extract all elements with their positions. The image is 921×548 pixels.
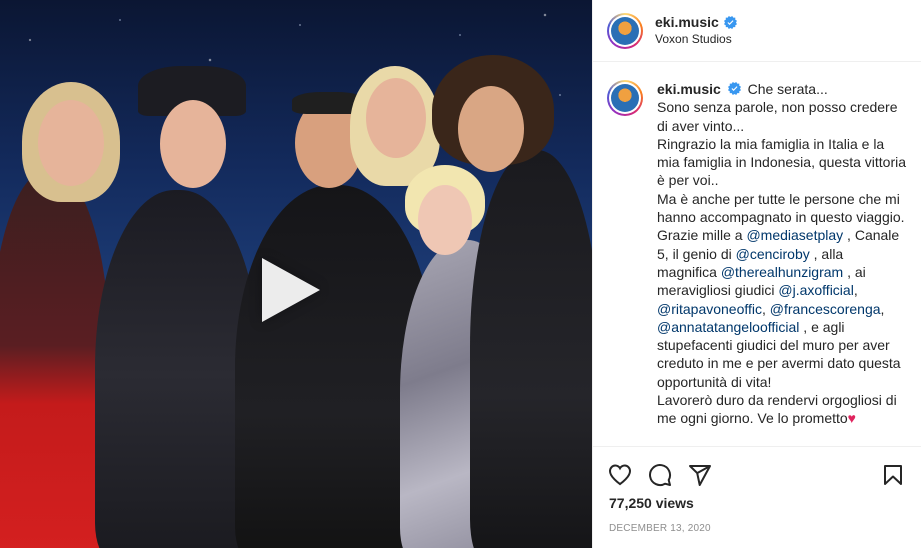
comment-icon[interactable] — [647, 462, 673, 488]
share-icon[interactable] — [687, 462, 713, 488]
caption-text-part: , — [880, 300, 885, 317]
caption-thanks-prefix: Grazie mille a — [657, 227, 747, 244]
mention-link[interactable]: @ritapavoneoffic — [657, 301, 762, 317]
caption-line: Sono senza parole, non posso credere di … — [657, 99, 898, 134]
mention-link[interactable]: @mediasetplay — [746, 227, 843, 243]
heart-icon[interactable] — [607, 462, 633, 488]
verified-badge-icon — [727, 82, 741, 95]
caption-intro: Che serata... — [747, 81, 828, 97]
header-username[interactable]: eki.music — [655, 14, 719, 31]
play-icon[interactable] — [262, 258, 320, 322]
verified-badge-icon — [723, 15, 737, 29]
caption-text-part: , — [762, 300, 766, 317]
caption-line: Ma è anche per tutte le persone che mi h… — [657, 190, 905, 226]
mention-link[interactable]: @therealhunzigram — [721, 264, 843, 280]
post-date[interactable]: December 13, 2020 — [593, 523, 921, 534]
view-count[interactable]: 77,250 views — [593, 493, 921, 513]
caption-text: eki.music Che serata... Sono senza parol… — [657, 80, 907, 446]
caption-line: Ringrazio la mia famiglia in Italia e la… — [657, 135, 907, 189]
caption-username[interactable]: eki.music — [657, 81, 721, 97]
post-video[interactable] — [0, 0, 592, 548]
caption-avatar[interactable] — [607, 80, 643, 116]
mention-link[interactable]: @francescorenga — [770, 301, 881, 317]
bookmark-icon[interactable] — [880, 462, 906, 488]
post-details-panel: eki.music Voxon Studios eki.music Che se… — [592, 0, 921, 548]
post-actions: 77,250 views December 13, 2020 — [593, 446, 921, 548]
avatar[interactable] — [607, 12, 643, 49]
location-link[interactable]: Voxon Studios — [655, 31, 737, 48]
caption-text-part: , — [853, 282, 858, 299]
mention-link[interactable]: @j.axofficial — [778, 282, 853, 298]
heart-emoji-icon: ♥ — [847, 410, 856, 427]
caption-block: eki.music Che serata... Sono senza parol… — [607, 80, 909, 446]
caption-closing: Lavorerò duro da rendervi orgogliosi di … — [657, 392, 897, 427]
post-header: eki.music Voxon Studios — [593, 0, 921, 62]
mention-link[interactable]: @cenciroby — [736, 246, 810, 262]
mention-link[interactable]: @annatatangeloofficial — [657, 319, 799, 335]
